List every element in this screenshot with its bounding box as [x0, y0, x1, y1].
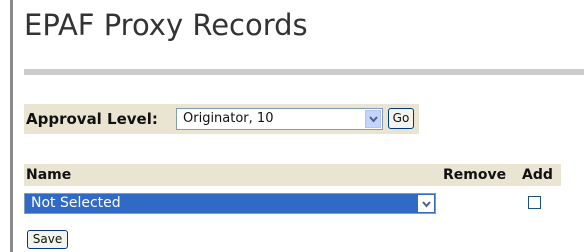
left-border-rule [10, 0, 13, 252]
header-separator [24, 69, 584, 75]
go-button[interactable]: Go [388, 108, 414, 129]
approval-level-label: Approval Level: [26, 110, 158, 128]
column-header-add: Add [522, 167, 553, 183]
approval-dropdown-button[interactable] [365, 110, 381, 128]
chevron-down-icon [369, 116, 378, 123]
proxy-name-dropdown-button[interactable] [418, 195, 434, 212]
chevron-down-icon [422, 201, 431, 208]
page-title: EPAF Proxy Records [24, 8, 308, 42]
add-checkbox[interactable] [528, 196, 541, 209]
column-header-remove: Remove [443, 167, 507, 183]
proxy-table-header: Name Remove Add [24, 164, 561, 186]
save-button[interactable]: Save [27, 230, 68, 249]
proxy-name-select[interactable]: Not Selected [24, 193, 436, 214]
proxy-name-value: Not Selected [31, 195, 121, 211]
approval-level-select[interactable]: Originator, 10 [176, 108, 383, 130]
approval-level-value: Originator, 10 [183, 111, 274, 126]
column-header-name: Name [26, 167, 72, 183]
approval-level-bar: Approval Level: Originator, 10 Go [24, 104, 419, 134]
